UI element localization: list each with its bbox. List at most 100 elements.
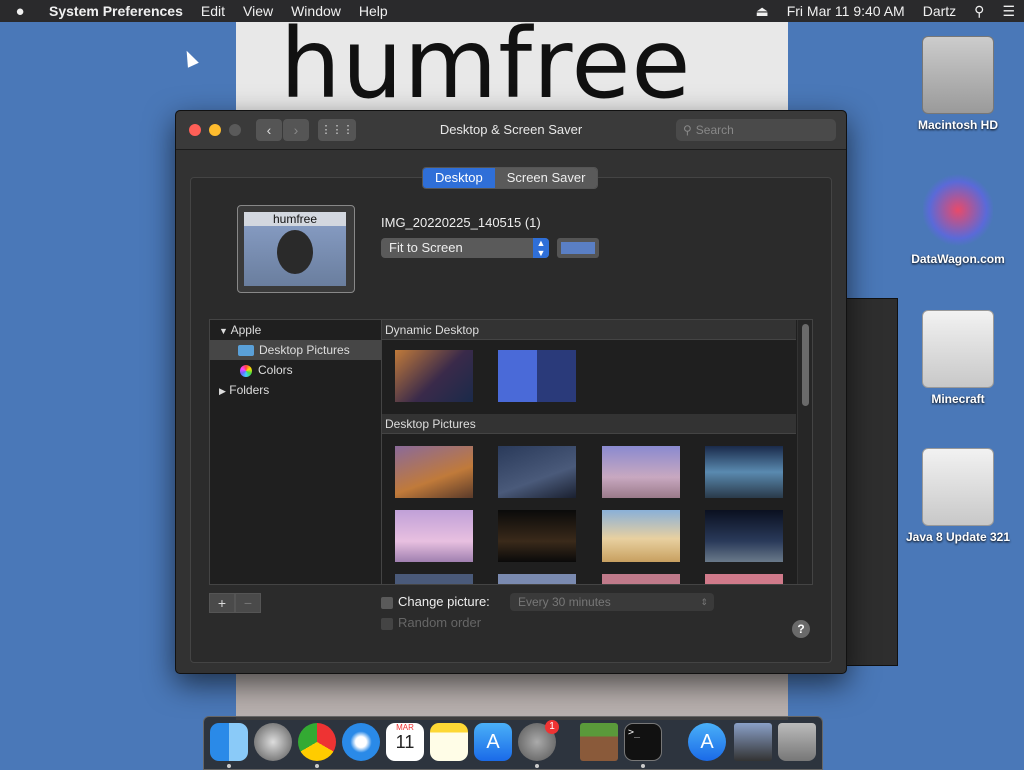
disk-image-icon (922, 310, 994, 388)
desktop-preview[interactable]: humfree (237, 205, 355, 293)
thumbnail[interactable] (395, 350, 473, 402)
notification-badge: 1 (545, 720, 559, 734)
sidebar-item-label: Desktop Pictures (259, 343, 350, 357)
wallpaper-image: humfree (236, 22, 788, 110)
wallpaper-text: humfree (280, 22, 692, 110)
calendar-icon[interactable]: MAR 11 (386, 723, 424, 761)
preview-icon[interactable] (734, 723, 772, 761)
thumbnail[interactable] (602, 510, 680, 562)
change-picture-checkbox[interactable]: Change picture: (381, 594, 490, 609)
desktop-icon-datawagon[interactable]: DataWagon.com (903, 172, 1013, 266)
menu-bar: ● System Preferences Edit View Window He… (0, 0, 1024, 22)
search-placeholder: Search (695, 123, 734, 137)
desktop-icon-minecraft[interactable]: Minecraft (903, 310, 1013, 406)
dock: MAR 11 A 1 >_ A (203, 716, 823, 770)
thumbnail[interactable] (705, 446, 783, 498)
app-store-download-icon[interactable]: A (688, 723, 726, 761)
sidebar-item-desktop-pictures[interactable]: Desktop Pictures (210, 340, 382, 360)
spotlight-icon[interactable]: ⚲ (965, 3, 993, 20)
remove-folder-button[interactable]: − (235, 593, 261, 613)
hard-drive-icon (922, 36, 994, 114)
preview-label: humfree (244, 212, 346, 226)
grid-scrollbar[interactable] (797, 320, 812, 584)
current-image-name: IMG_20220225_140515 (1) (381, 215, 541, 230)
desktop-icon-java[interactable]: Java 8 Update 321 (903, 448, 1013, 544)
thumbnail[interactable] (498, 574, 576, 584)
tab-desktop[interactable]: Desktop (423, 168, 495, 188)
thumbnail[interactable] (498, 446, 576, 498)
trash-icon[interactable] (778, 723, 816, 761)
change-picture-label: Change picture: (398, 594, 490, 609)
thumbnail[interactable] (602, 574, 680, 584)
add-folder-button[interactable]: + (209, 593, 235, 613)
menu-help[interactable]: Help (350, 3, 397, 19)
thumbnail[interactable] (395, 574, 473, 584)
running-indicator (315, 764, 319, 768)
desktop-icon-label: Java 8 Update 321 (905, 530, 1011, 544)
thumbnail[interactable] (602, 446, 680, 498)
folder-icon (238, 345, 254, 357)
disk-image-icon (922, 448, 994, 526)
color-wheel-icon (240, 364, 252, 377)
calendar-day: 11 (395, 732, 415, 752)
disclosure-right-icon: ▶ (219, 386, 226, 396)
desktop-icon-label: Minecraft (931, 392, 985, 406)
menu-user[interactable]: Dartz (914, 3, 965, 19)
disclosure-down-icon: ▼ (219, 326, 228, 336)
random-order-checkbox[interactable]: Random order (381, 615, 481, 630)
menu-app-name[interactable]: System Preferences (40, 3, 192, 19)
section-header-desktop-pictures: Desktop Pictures (382, 414, 796, 434)
source-list: ▼ Apple Desktop Pictures Colors ▶ Folder… (209, 319, 383, 585)
add-remove-buttons: + − (209, 593, 261, 613)
checkbox-box (381, 617, 393, 630)
sidebar-item-colors[interactable]: Colors (210, 360, 382, 380)
desktop-icon-label: Macintosh HD (917, 118, 998, 132)
preview-person (277, 230, 313, 274)
color-swatch (561, 242, 595, 254)
thumbnail[interactable] (395, 510, 473, 562)
sidebar-item-apple[interactable]: ▼ Apple (210, 320, 382, 340)
launchpad-icon[interactable] (254, 723, 292, 761)
app-store-icon[interactable]: A (474, 723, 512, 761)
desktop-icon-label: DataWagon.com (911, 252, 1005, 266)
system-preferences-icon[interactable]: 1 (518, 720, 559, 761)
minecraft-icon[interactable] (580, 723, 618, 761)
menu-view[interactable]: View (234, 3, 282, 19)
search-input[interactable]: ⚲ Search (676, 119, 836, 141)
mouse-cursor-icon (181, 48, 199, 68)
section-header-dynamic: Dynamic Desktop (382, 320, 796, 340)
background-color-well[interactable] (557, 238, 599, 258)
terminal-icon[interactable]: >_ (624, 723, 662, 761)
chrome-icon[interactable] (298, 723, 336, 761)
tab-screen-saver[interactable]: Screen Saver (494, 168, 598, 188)
interval-select[interactable]: Every 30 minutes ⇕ (510, 593, 714, 611)
finder-icon[interactable] (210, 723, 248, 761)
thumbnail[interactable] (498, 350, 576, 402)
safari-icon[interactable] (342, 723, 380, 761)
background-window[interactable] (840, 298, 898, 666)
picture-grid: Dynamic Desktop Desktop Pictures (381, 319, 813, 585)
window-titlebar[interactable]: ‹ › ⋮⋮⋮ Desktop & Screen Saver ⚲ Search (176, 111, 846, 150)
preview-image: humfree (244, 212, 346, 286)
menu-edit[interactable]: Edit (192, 3, 234, 19)
thumbnail[interactable] (395, 446, 473, 498)
fit-mode-value: Fit to Screen (389, 240, 463, 255)
sidebar-item-label: Folders (229, 383, 270, 397)
eject-icon[interactable]: ⏏ (746, 3, 777, 20)
menu-window[interactable]: Window (282, 3, 350, 19)
scrollbar-knob[interactable] (802, 324, 809, 406)
running-indicator (535, 764, 539, 768)
fit-mode-select[interactable]: Fit to Screen ▲ ▼ (381, 238, 549, 258)
thumbnail[interactable] (498, 510, 576, 562)
notes-icon[interactable] (430, 723, 468, 761)
thumbnail[interactable] (705, 510, 783, 562)
menu-clock[interactable]: Fri Mar 11 9:40 AM (778, 3, 914, 19)
chevron-up-down-icon: ▲ ▼ (533, 238, 549, 258)
desktop-icon-macintosh-hd[interactable]: Macintosh HD (903, 36, 1013, 132)
notification-center-icon[interactable]: ☰ (993, 3, 1024, 20)
sidebar-item-folders[interactable]: ▶ Folders (210, 380, 382, 400)
thumbnail[interactable] (705, 574, 783, 584)
help-button[interactable]: ? (792, 620, 810, 638)
running-indicator (641, 764, 645, 768)
apple-menu-icon[interactable]: ● (0, 3, 40, 20)
